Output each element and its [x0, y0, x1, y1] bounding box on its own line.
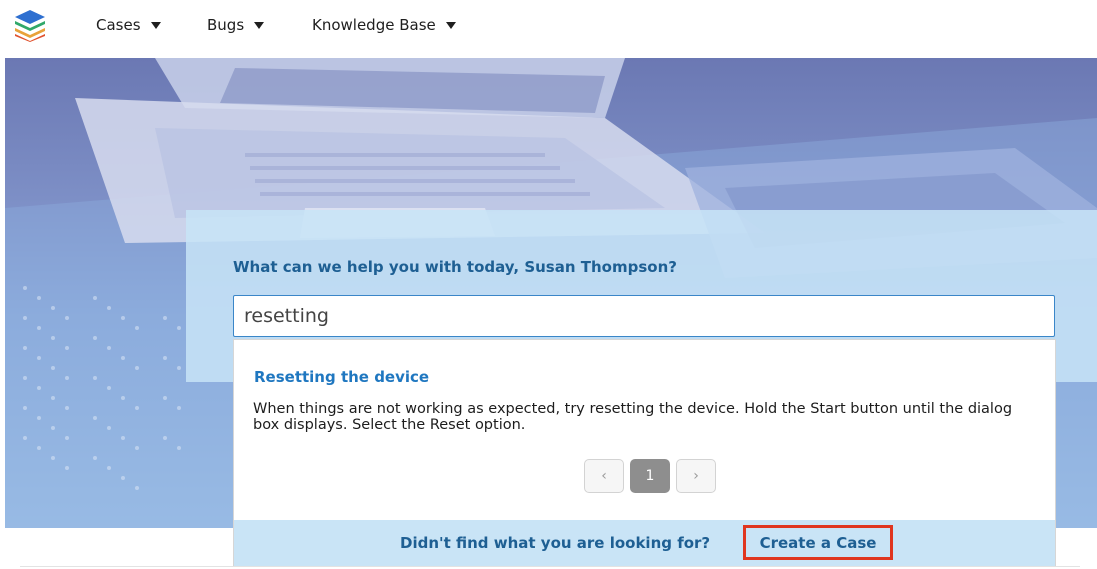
chevron-left-icon: ‹ — [601, 468, 607, 484]
previous-page-button[interactable]: ‹ — [584, 459, 624, 493]
not-found-prompt: Didn't find what you are looking for? — [400, 534, 711, 552]
nav-item-label: Cases — [96, 16, 141, 34]
top-navigation: Cases Bugs Knowledge Base — [0, 0, 1097, 50]
next-page-button[interactable]: › — [676, 459, 716, 493]
caret-down-icon — [254, 21, 265, 29]
result-title-link[interactable]: Resetting the device — [254, 368, 429, 386]
stack-logo-icon[interactable] — [12, 8, 48, 42]
current-page-number[interactable]: 1 — [630, 459, 670, 493]
dropdown-footer: Didn't find what you are looking for? Cr… — [234, 520, 1055, 566]
caret-down-icon — [150, 21, 161, 29]
nav-item-bugs[interactable]: Bugs — [207, 14, 265, 36]
nav-item-label: Bugs — [207, 16, 245, 34]
nav-item-knowledge-base[interactable]: Knowledge Base — [312, 14, 456, 36]
chevron-right-icon: › — [693, 468, 699, 484]
nav-item-cases[interactable]: Cases — [96, 14, 161, 36]
search-input[interactable] — [233, 295, 1055, 337]
nav-item-label: Knowledge Base — [312, 16, 436, 34]
search-results-dropdown: Resetting the device When things are not… — [233, 339, 1056, 567]
search-greeting: What can we help you with today, Susan T… — [233, 258, 677, 276]
pagination: ‹ 1 › — [584, 459, 716, 493]
divider — [20, 566, 1080, 567]
result-snippet: When things are not working as expected,… — [253, 401, 1013, 433]
create-case-link[interactable]: Create a Case — [743, 525, 893, 560]
caret-down-icon — [445, 21, 456, 29]
